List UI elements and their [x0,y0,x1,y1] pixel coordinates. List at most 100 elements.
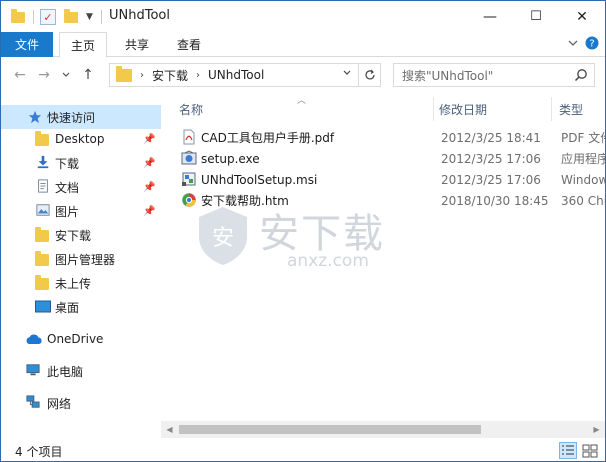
sidebar-item-label: 安下载 [55,228,92,243]
sidebar-item-label: 桌面 [55,300,80,315]
sidebar-item-downloads[interactable]: 下载 📌 [1,151,161,175]
breadcrumb-separator[interactable]: › [140,70,144,81]
scroll-left-icon[interactable]: ◀ [161,421,178,438]
scrollbar-thumb[interactable] [179,425,481,434]
sidebar-item-documents[interactable]: 文档 📌 [1,175,161,199]
tab-view[interactable]: 查看 [165,32,213,57]
table-row[interactable]: CAD工具包用户手册.pdf 2012/3/25 18:41 PDF 文件 [171,127,605,148]
file-type: Windows [561,172,605,187]
pin-icon[interactable]: 📌 [143,158,155,169]
file-type: 应用程序 [561,152,605,166]
file-date: 2012/3/25 17:06 [441,151,541,166]
file-type: 360 Chr [561,193,605,208]
file-type: PDF 文件 [561,131,605,145]
back-button[interactable]: ← [11,66,29,84]
customize-toolbar-icon[interactable]: ▼ [86,12,93,22]
navigation-pane: 快速访问 Desktop 📌 下载 📌 文档 📌 图片 📌 安下载 图片管理器 … [1,97,161,437]
window-title: UNhdTool [109,8,170,23]
column-divider[interactable] [551,97,552,121]
search-input[interactable]: 搜索"UNhdTool" [393,63,595,87]
sidebar-item-label: 下载 [55,156,80,171]
status-bar: 4 个项目 [1,439,605,461]
sidebar-item-label: 快速访问 [47,110,96,125]
divider [33,10,34,24]
quick-access-toolbar: ✓ ▼ [11,7,102,27]
new-folder-icon[interactable] [64,8,78,23]
sidebar-item-label: 图片 [55,204,80,219]
minimize-button[interactable]: — [467,1,513,32]
msi-icon [182,172,196,186]
file-name: setup.exe [201,151,260,166]
tab-file[interactable]: 文件 [1,32,53,57]
star-icon [28,110,42,124]
folder-icon [35,131,49,146]
sidebar-item-this-pc[interactable]: 此电脑 [1,359,161,383]
column-divider[interactable] [433,97,434,121]
search-icon[interactable] [574,68,588,82]
file-date: 2018/10/30 18:45 [441,193,549,208]
file-name: UNhdToolSetup.msi [201,172,318,187]
sidebar-item-network[interactable]: 网络 [1,391,161,415]
up-button[interactable]: ↑ [79,66,97,84]
recent-locations-button[interactable] [57,66,75,84]
breadcrumb-separator[interactable]: › [196,70,200,81]
watermark-subtext: anxz.com [287,251,369,271]
table-row[interactable]: UNhdToolSetup.msi 2012/3/25 17:06 Window… [171,169,605,190]
sidebar-item-quick-access[interactable]: 快速访问 [1,105,161,129]
explorer-window: ✓ ▼ UNhdTool — ☐ ✕ 文件 主页 共享 查看 ? ← → ↑ › [0,0,606,462]
sidebar-item-onedrive[interactable]: OneDrive [1,327,161,351]
folder-icon [11,8,25,23]
properties-icon[interactable]: ✓ [40,9,56,25]
pin-icon[interactable]: 📌 [143,206,155,217]
file-date: 2012/3/25 17:06 [441,172,541,187]
pdf-icon [183,129,195,145]
sidebar-item-label: 图片管理器 [55,252,116,267]
search-placeholder: 搜索"UNhdTool" [402,68,494,83]
sidebar-item-not-uploaded[interactable]: 未上传 [1,271,161,295]
pin-icon[interactable]: 📌 [143,182,155,193]
folder-icon [35,227,49,242]
breadcrumb-item[interactable]: 安下载 [152,67,188,84]
computer-icon [26,364,40,376]
address-dropdown-icon[interactable] [342,68,352,81]
breadcrumb-item[interactable]: UNhdTool [208,68,264,82]
details-view-button[interactable] [559,442,577,459]
column-header-date[interactable]: 修改日期 [439,97,551,121]
large-icons-view-icon [582,444,598,458]
installer-icon [181,150,197,165]
tab-home[interactable]: 主页 [59,32,107,58]
document-icon [38,179,48,193]
shield-icon: 安 [199,207,247,265]
sidebar-item-anxz[interactable]: 安下载 [1,223,161,247]
folder-icon [35,275,49,290]
pin-icon[interactable]: 📌 [143,134,155,145]
sidebar-item-label: 文档 [55,180,80,195]
sidebar-item-desktop-cn[interactable]: 桌面 [1,295,161,319]
title-bar: ✓ ▼ UNhdTool — ☐ ✕ [1,1,605,32]
network-icon [26,395,40,408]
item-count: 4 个项目 [15,445,63,459]
table-row[interactable]: setup.exe 2012/3/25 17:06 应用程序 [171,148,605,169]
tab-share[interactable]: 共享 [113,32,161,57]
sidebar-item-desktop[interactable]: Desktop 📌 [1,127,161,151]
sidebar-item-pictures[interactable]: 图片 📌 [1,199,161,223]
column-header-type[interactable]: 类型 [559,97,605,121]
help-icon[interactable]: ? [585,36,599,53]
close-button[interactable]: ✕ [559,1,605,32]
watermark: 安 安下载 anxz.com [195,199,405,279]
large-icons-view-button[interactable] [581,442,599,459]
details-view-icon [562,445,574,455]
chevron-down-icon[interactable] [567,37,579,52]
folder-icon [35,251,49,266]
sidebar-item-picture-manager[interactable]: 图片管理器 [1,247,161,271]
file-name: CAD工具包用户手册.pdf [201,131,335,145]
refresh-button[interactable] [358,64,380,86]
maximize-button[interactable]: ☐ [513,1,559,32]
forward-button[interactable]: → [35,66,53,84]
column-header-name[interactable]: 名称 [179,97,429,121]
scroll-right-icon[interactable]: ▶ [588,421,605,438]
horizontal-scrollbar[interactable]: ◀ ▶ [161,421,605,438]
address-bar[interactable]: › 安下载 › UNhdTool [109,63,381,87]
picture-icon [36,204,50,216]
download-icon [37,155,49,169]
